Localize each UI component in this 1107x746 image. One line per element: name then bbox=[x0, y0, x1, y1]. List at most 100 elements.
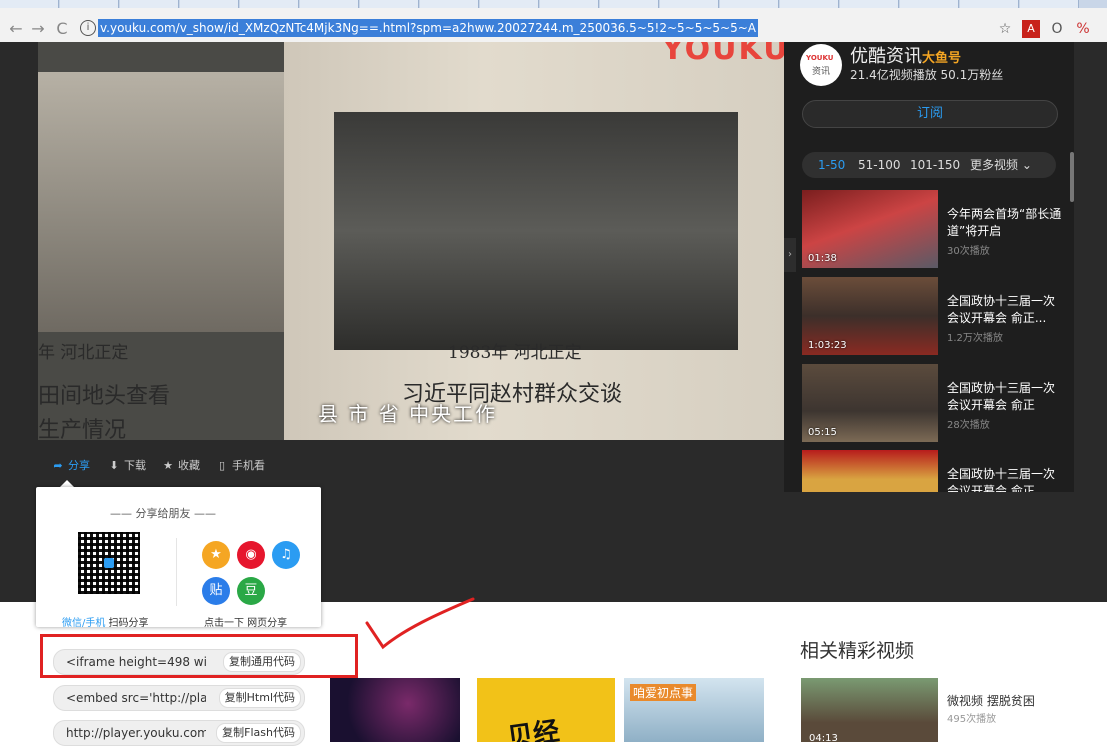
playlist-item-title[interactable]: 全国政协十三届一次会议开幕会 俞正 bbox=[947, 380, 1065, 414]
playlist-thumbnail[interactable] bbox=[802, 450, 938, 492]
browser-tab[interactable] bbox=[360, 0, 419, 8]
channel-stats: 21.4亿视频播放 50.1万粉丝 bbox=[850, 68, 1004, 82]
video-thumbnail[interactable]: 咱爱初点事 bbox=[624, 678, 764, 742]
range-tab-51-100[interactable]: 51-100 bbox=[858, 152, 901, 178]
video-frame-photo-left bbox=[38, 72, 284, 332]
browser-tab[interactable] bbox=[1020, 0, 1079, 8]
browser-tab[interactable] bbox=[60, 0, 119, 8]
html-code-field[interactable]: <embed src='http://pla bbox=[66, 686, 206, 710]
url-text[interactable]: v.youku.com/v_show/id_XMzQzNTc4Mjk3Ng==.… bbox=[98, 19, 758, 37]
share-heading: —— 分享给朋友 —— bbox=[110, 507, 216, 520]
range-tab-1-50[interactable]: 1-50 bbox=[818, 152, 845, 178]
flash-url-field[interactable]: http://player.youku.com bbox=[66, 721, 206, 745]
browser-tab[interactable] bbox=[900, 0, 959, 8]
related-video-title[interactable]: 微视频 摆脱贫困 bbox=[947, 692, 1035, 709]
tab-strip[interactable] bbox=[0, 0, 1107, 8]
social-share-caption: 点击一下 网页分享 bbox=[204, 618, 288, 629]
browser-tab[interactable] bbox=[960, 0, 1019, 8]
douban-share-icon[interactable]: 豆 bbox=[237, 577, 265, 605]
tieba-share-icon[interactable]: 贴 bbox=[202, 577, 230, 605]
video-player[interactable]: 年 河北正定 田间地头查看 生产情况 1983年 河北正定 习近平同赵村群众交谈… bbox=[38, 42, 784, 440]
annotation-check-mark bbox=[365, 597, 475, 650]
browser-tab[interactable] bbox=[720, 0, 779, 8]
share-divider bbox=[176, 538, 177, 606]
star-icon: ★ bbox=[163, 459, 173, 472]
embed-code-row-flash: http://player.youku.com 复制Flash代码 bbox=[53, 720, 305, 746]
embed-code-row-html: <embed src='http://pla 复制Html代码 bbox=[53, 685, 305, 711]
forward-icon[interactable]: → bbox=[28, 18, 48, 40]
playlist-item-title[interactable]: 全国政协十三届一次会议开幕会 俞正... bbox=[947, 293, 1065, 327]
browser-tab[interactable] bbox=[780, 0, 839, 8]
playlist-item-title[interactable]: 全国政协十三届一次会议开幕会 俞正 bbox=[947, 466, 1065, 492]
browser-tab[interactable] bbox=[840, 0, 899, 8]
video-duration: 1:03:23 bbox=[808, 340, 847, 351]
playlist-item-plays: 28次播放 bbox=[947, 420, 990, 431]
related-videos-heading: 相关精彩视频 bbox=[800, 640, 915, 662]
playlist-thumbnail[interactable]: 05:15 bbox=[802, 364, 938, 442]
playlist-scrollbar[interactable] bbox=[1070, 152, 1074, 202]
chevron-right-icon: › bbox=[788, 249, 792, 260]
video-thumbnail[interactable] bbox=[330, 678, 460, 742]
browser-tab[interactable] bbox=[420, 0, 479, 8]
browser-tab[interactable] bbox=[300, 0, 359, 8]
caption-left-1: 年 河北正定 bbox=[38, 343, 129, 363]
video-thumbnail[interactable]: 贝经 bbox=[477, 678, 615, 742]
browser-tab[interactable] bbox=[120, 0, 179, 8]
related-video-plays: 495次播放 bbox=[947, 714, 997, 725]
pdf-extension-icon[interactable]: A bbox=[1022, 20, 1040, 38]
share-button[interactable]: ➦ 分享 bbox=[52, 452, 90, 480]
download-button[interactable]: ⬇ 下载 bbox=[108, 452, 146, 480]
mobile-watch-button[interactable]: ▯ 手机看 bbox=[216, 452, 265, 480]
info-icon[interactable]: i bbox=[80, 20, 96, 36]
qr-caption: 微信/手机 扫码分享 bbox=[62, 618, 149, 629]
video-duration: 04:13 bbox=[809, 733, 838, 742]
share-icon: ➦ bbox=[53, 459, 63, 472]
thumbnail-text: 咱爱初点事 bbox=[630, 684, 697, 701]
browser-tab[interactable] bbox=[540, 0, 599, 8]
url-input[interactable]: i v.youku.com/v_show/id_XMzQzNTc4Mjk3Ng=… bbox=[76, 16, 986, 42]
playlist-item-plays: 1.2万次播放 bbox=[947, 333, 1003, 344]
subscribe-button[interactable]: 订阅 bbox=[802, 100, 1058, 128]
caption-left-2: 田间地头查看 bbox=[38, 384, 171, 409]
more-videos-dropdown[interactable]: 更多视频 ⌄ bbox=[970, 152, 1032, 178]
reload-icon[interactable]: C bbox=[52, 18, 72, 40]
playlist-item-plays: 30次播放 bbox=[947, 246, 990, 257]
favorite-button[interactable]: ★ 收藏 bbox=[162, 452, 200, 480]
playlist-item-title[interactable]: 今年两会首场“部长通道”将开启 bbox=[947, 206, 1065, 240]
channel-avatar[interactable]: YOUKU 资讯 bbox=[800, 44, 842, 86]
playlist-thumbnail[interactable]: 01:38 bbox=[802, 190, 938, 268]
video-duration: 05:15 bbox=[808, 427, 837, 438]
annotation-highlight-box bbox=[40, 634, 358, 678]
weibo-share-icon[interactable]: ◉ bbox=[237, 541, 265, 569]
playlist-thumbnail[interactable]: 1:03:23 bbox=[802, 277, 938, 355]
copy-html-code-button[interactable]: 复制Html代码 bbox=[218, 688, 301, 708]
avatar-label: 资讯 bbox=[812, 67, 831, 77]
extension-icon[interactable]: O bbox=[1048, 20, 1066, 38]
chevron-down-icon: ⌄ bbox=[1021, 158, 1032, 172]
browser-tab[interactable] bbox=[480, 0, 539, 8]
browser-tab[interactable] bbox=[0, 0, 59, 8]
video-frame-photo-right bbox=[334, 112, 738, 350]
browser-tab[interactable] bbox=[180, 0, 239, 8]
video-duration: 01:38 bbox=[808, 253, 837, 264]
channel-name[interactable]: 优酷资讯大鱼号 bbox=[850, 42, 961, 68]
caption-left-3: 生产情况 bbox=[38, 418, 127, 440]
download-icon: ⬇ bbox=[109, 459, 119, 472]
browser-tab[interactable] bbox=[660, 0, 719, 8]
qr-logo-icon bbox=[104, 558, 114, 568]
copy-flash-code-button[interactable]: 复制Flash代码 bbox=[216, 723, 301, 743]
qzone-share-icon[interactable]: ★ bbox=[202, 541, 230, 569]
video-subtitle: 县 市 省 中央工作 bbox=[318, 402, 498, 426]
browser-tab[interactable] bbox=[240, 0, 299, 8]
phone-icon: ▯ bbox=[218, 459, 226, 472]
share-popup-caret bbox=[60, 480, 74, 487]
collapse-sidebar-button[interactable]: › bbox=[784, 238, 796, 272]
bookmark-star-icon[interactable]: ☆ bbox=[996, 20, 1014, 38]
back-icon[interactable]: ← bbox=[6, 18, 26, 40]
qq-share-icon[interactable]: ♫ bbox=[272, 541, 300, 569]
range-tab-101-150[interactable]: 101-150 bbox=[910, 152, 960, 178]
related-video-thumbnail[interactable]: 04:13 bbox=[801, 678, 938, 742]
extension-icon-2[interactable]: % bbox=[1074, 20, 1092, 38]
avatar-logo-text: YOUKU bbox=[806, 54, 834, 62]
browser-tab[interactable] bbox=[600, 0, 659, 8]
